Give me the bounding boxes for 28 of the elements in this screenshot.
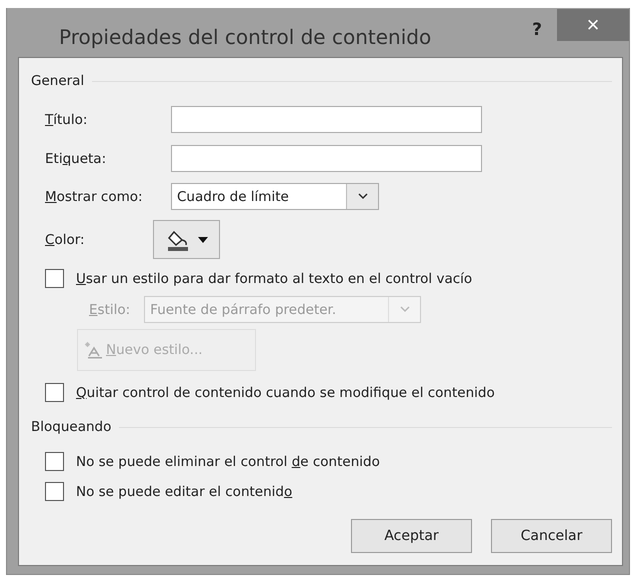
- field-label: Color:: [44, 232, 86, 248]
- checkbox[interactable]: [45, 452, 64, 471]
- caret-icon: [198, 236, 208, 242]
- dialog-button[interactable]: Cancelar: [491, 519, 612, 553]
- checkbox[interactable]: [45, 269, 64, 288]
- field-label: Mostrar como:: [44, 188, 144, 204]
- checkbox-label: No se puede eliminar el control de contenido: [76, 454, 380, 470]
- field-label: Etiqueta:: [44, 150, 108, 166]
- help-button[interactable]: ?: [517, 14, 557, 46]
- checkbox[interactable]: [45, 482, 64, 501]
- style-icon: [84, 341, 104, 359]
- dialog-button[interactable]: Aceptar: [351, 519, 472, 553]
- checkbox[interactable]: [45, 383, 64, 402]
- chevron-icon: [400, 306, 410, 313]
- window-title: Propiedades del control de contenido: [58, 24, 432, 49]
- dropdown[interactable]: Cuadro de límite: [171, 183, 379, 210]
- text-field[interactable]: [171, 106, 482, 133]
- close-button[interactable]: ×: [557, 9, 629, 41]
- field-label: Título:: [44, 112, 88, 128]
- chevron-icon: [358, 193, 368, 200]
- color-button[interactable]: [153, 220, 220, 259]
- checkbox-label: Quitar control de contenido cuando se modifique el contenido: [76, 384, 495, 400]
- section-heading: General: [31, 73, 84, 89]
- checkbox-label: Usar un estilo para dar formato al texto en el control vacío: [76, 270, 472, 286]
- field-label: Estilo:: [88, 302, 132, 318]
- section-heading: Bloqueando: [31, 419, 112, 435]
- checkbox-label: No se puede editar el contenido: [76, 484, 292, 500]
- text-field[interactable]: [171, 145, 482, 172]
